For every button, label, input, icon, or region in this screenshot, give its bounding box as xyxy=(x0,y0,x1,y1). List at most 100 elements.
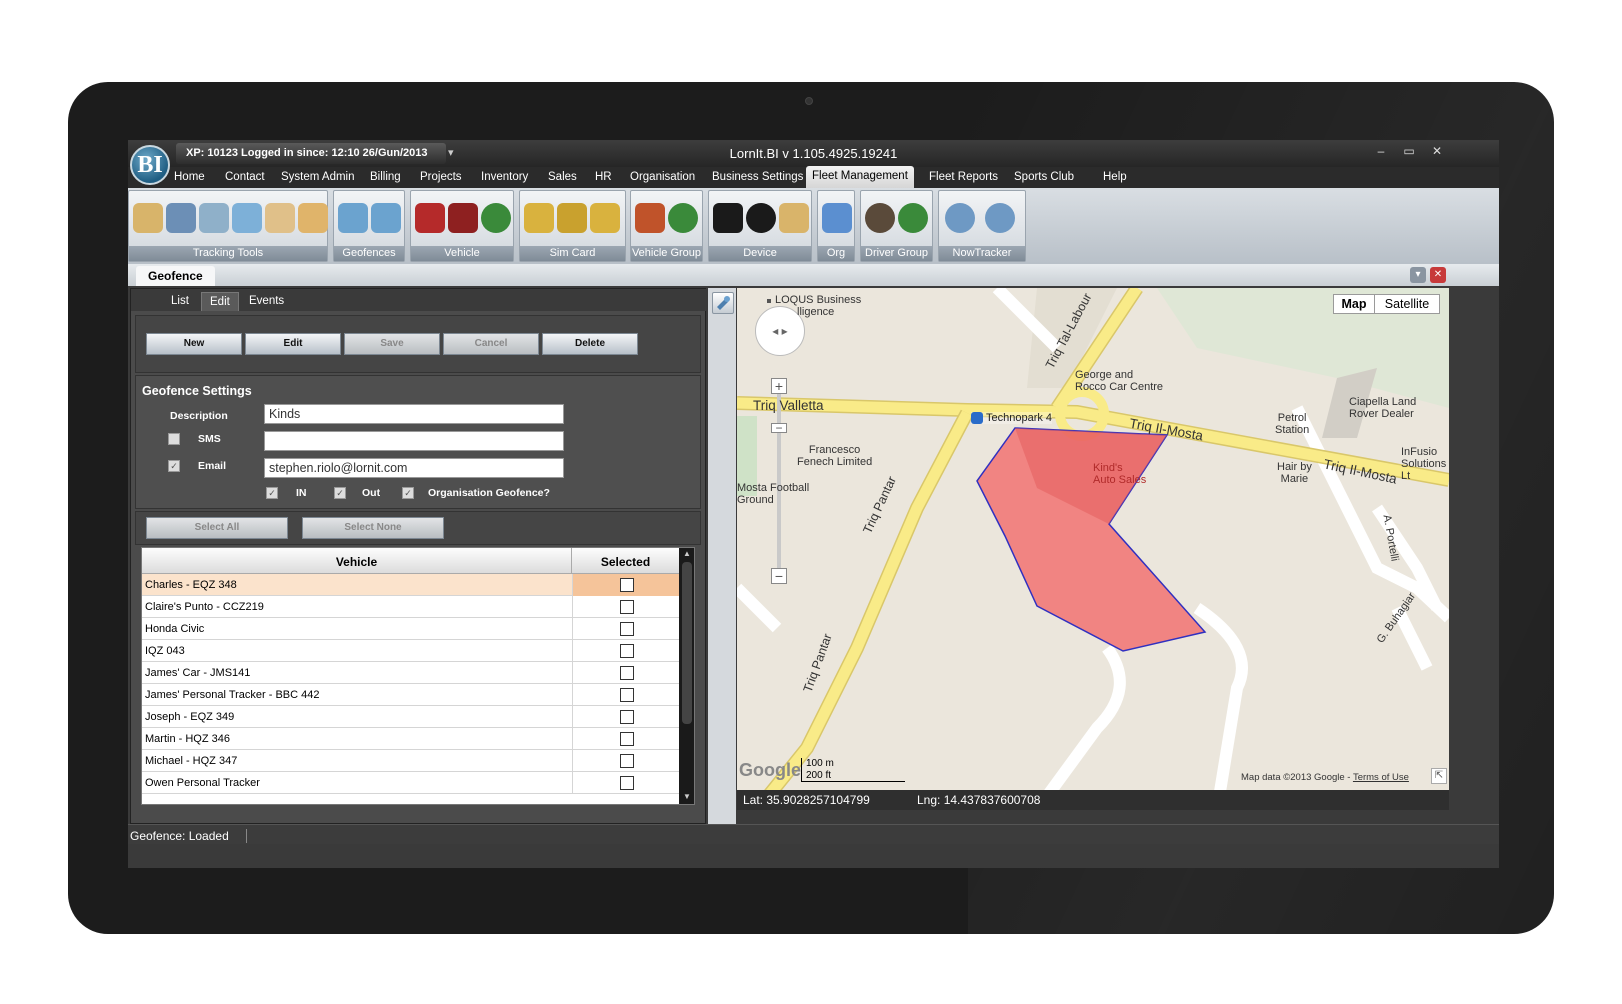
search-driver-icon[interactable] xyxy=(898,203,928,233)
terms-of-use-link[interactable]: Terms of Use xyxy=(1353,772,1409,783)
geofence-edit-icon[interactable] xyxy=(371,203,401,233)
table-row[interactable]: Martin - HQZ 346 xyxy=(142,728,679,750)
close-button[interactable]: ✕ xyxy=(1427,144,1447,158)
menu-business-settings[interactable]: Business Settings xyxy=(706,167,809,188)
measure-icon[interactable] xyxy=(265,203,295,233)
grid-scrollbar[interactable]: ▲ ▼ xyxy=(679,548,694,804)
add-sim-icon[interactable] xyxy=(524,203,554,233)
menu-sports-club[interactable]: Sports Club xyxy=(1008,167,1080,188)
sms-checkbox[interactable] xyxy=(168,433,180,445)
add-vehicle-group-icon[interactable] xyxy=(635,203,665,233)
tab-geofence[interactable]: Geofence xyxy=(136,266,215,286)
ribbon-label-nowtracker: NowTracker xyxy=(939,246,1025,261)
out-checkbox[interactable]: ✓ xyxy=(334,487,346,499)
menu-help[interactable]: Help xyxy=(1097,167,1133,188)
selected-checkbox[interactable] xyxy=(620,666,634,680)
column-vehicle[interactable]: Vehicle xyxy=(142,548,572,574)
selected-checkbox[interactable] xyxy=(620,776,634,790)
selected-checkbox[interactable] xyxy=(620,754,634,768)
description-field[interactable]: Kinds xyxy=(264,404,564,424)
table-row[interactable]: Owen Personal Tracker xyxy=(142,772,679,794)
scroll-up-icon[interactable]: ▲ xyxy=(682,549,692,558)
table-row[interactable]: Joseph - EQZ 349 xyxy=(142,706,679,728)
tracker-icon[interactable] xyxy=(166,203,196,233)
zoom-in-button[interactable]: + xyxy=(771,378,787,394)
map-pin-icon[interactable] xyxy=(133,203,163,233)
menu-hr[interactable]: HR xyxy=(589,167,618,188)
edit-button[interactable]: Edit xyxy=(245,333,341,355)
selected-checkbox[interactable] xyxy=(620,732,634,746)
doc-close-icon[interactable]: ✕ xyxy=(1430,267,1446,283)
device-tools-icon[interactable] xyxy=(779,203,809,233)
menu-contact[interactable]: Contact xyxy=(219,167,271,188)
selected-checkbox[interactable] xyxy=(620,644,634,658)
zoom-out-button[interactable]: − xyxy=(771,568,787,584)
search-vehicle-icon[interactable] xyxy=(481,203,511,233)
map-type-map-button[interactable]: Map xyxy=(1333,294,1375,314)
scroll-thumb[interactable] xyxy=(682,562,692,724)
selected-checkbox[interactable] xyxy=(620,688,634,702)
map-icon[interactable] xyxy=(298,203,328,233)
selected-checkbox[interactable] xyxy=(620,578,634,592)
add-device-icon[interactable] xyxy=(713,203,743,233)
layers-icon[interactable] xyxy=(232,203,262,233)
menu-sales[interactable]: Sales xyxy=(542,167,583,188)
map-view[interactable]: ◂ ▸ + − − Map Satellite LOQUS Business l… xyxy=(737,288,1449,810)
org-geofence-checkbox[interactable]: ✓ xyxy=(402,487,414,499)
edit-sim-icon[interactable] xyxy=(590,203,620,233)
menu-projects[interactable]: Projects xyxy=(414,167,468,188)
tab-list[interactable]: List xyxy=(163,292,197,311)
tab-edit[interactable]: Edit xyxy=(201,292,239,311)
gears-settings-icon[interactable] xyxy=(985,203,1015,233)
save-button[interactable]: Save xyxy=(344,333,440,355)
gears-icon[interactable] xyxy=(945,203,975,233)
table-row[interactable]: IQZ 043 xyxy=(142,640,679,662)
selected-checkbox[interactable] xyxy=(620,600,634,614)
delete-button[interactable]: Delete xyxy=(542,333,638,355)
menu-fleet-reports[interactable]: Fleet Reports xyxy=(923,167,1004,188)
column-selected[interactable]: Selected xyxy=(572,548,679,574)
select-none-button[interactable]: Select None xyxy=(302,517,444,539)
table-row[interactable]: Charles - EQZ 348 xyxy=(142,574,679,596)
route-icon[interactable] xyxy=(199,203,229,233)
add-vehicle-icon[interactable] xyxy=(415,203,445,233)
menu-system-admin[interactable]: System Admin xyxy=(275,167,361,188)
cancel-button[interactable]: Cancel xyxy=(443,333,539,355)
menu-fleet-management[interactable]: Fleet Management xyxy=(806,166,914,188)
in-checkbox[interactable]: ✓ xyxy=(266,487,278,499)
table-row[interactable]: Honda Civic xyxy=(142,618,679,640)
zoom-slider-handle[interactable]: − xyxy=(771,422,787,434)
table-row[interactable]: Claire's Punto - CCZ219 xyxy=(142,596,679,618)
table-row[interactable]: James' Car - JMS141 xyxy=(142,662,679,684)
menu-inventory[interactable]: Inventory xyxy=(475,167,534,188)
search-vehicle-group-icon[interactable] xyxy=(668,203,698,233)
email-field[interactable]: stephen.riolo@lornit.com xyxy=(264,458,564,478)
search-device-icon[interactable] xyxy=(746,203,776,233)
new-button[interactable]: New xyxy=(146,333,242,355)
maximize-button[interactable]: ▭ xyxy=(1399,144,1419,158)
expand-map-icon[interactable]: ⇱ xyxy=(1431,768,1447,784)
scroll-down-icon[interactable]: ▼ xyxy=(682,792,692,801)
poi-kinds-auto-sales[interactable]: Kind's Auto Sales xyxy=(1093,462,1146,486)
minimize-button[interactable]: ‒ xyxy=(1371,144,1391,158)
email-checkbox[interactable]: ✓ xyxy=(168,460,180,472)
pin-icon[interactable] xyxy=(712,292,734,314)
search-sim-icon[interactable] xyxy=(557,203,587,233)
select-all-button[interactable]: Select All xyxy=(146,517,288,539)
tab-events[interactable]: Events xyxy=(241,292,292,311)
selected-checkbox[interactable] xyxy=(620,710,634,724)
geofence-layers-icon[interactable] xyxy=(338,203,368,233)
table-row[interactable]: Michael - HQZ 347 xyxy=(142,750,679,772)
selected-checkbox[interactable] xyxy=(620,622,634,636)
doc-dropdown-icon[interactable]: ▾ xyxy=(1410,267,1426,283)
table-row[interactable]: James' Personal Tracker - BBC 442 xyxy=(142,684,679,706)
map-canvas[interactable] xyxy=(737,288,1449,810)
sms-field[interactable] xyxy=(264,431,564,451)
org-building-icon[interactable] xyxy=(822,203,852,233)
map-type-satellite-button[interactable]: Satellite xyxy=(1374,294,1440,314)
menu-organisation[interactable]: Organisation xyxy=(624,167,701,188)
menu-billing[interactable]: Billing xyxy=(364,167,407,188)
edit-vehicle-icon[interactable] xyxy=(448,203,478,233)
driver-icon[interactable] xyxy=(865,203,895,233)
menu-home[interactable]: Home xyxy=(168,167,211,188)
